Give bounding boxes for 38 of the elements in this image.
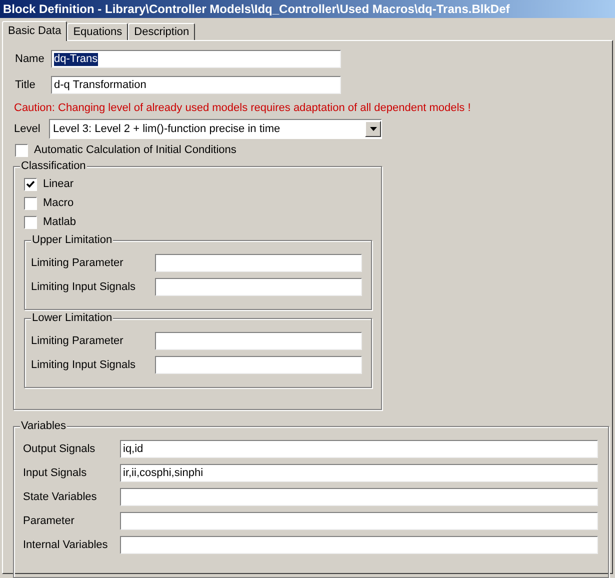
tab[interactable]: Description	[128, 23, 196, 40]
input-field[interactable]: ir,ii,cosphi,sinphi	[120, 464, 598, 482]
warning-text: Caution: Changing level of already used models requires adaptation of all dependent models !	[13, 101, 472, 115]
checkbox-label: Linear	[43, 177, 74, 192]
field-label: Parameter	[23, 514, 76, 529]
field-label: Level	[14, 122, 42, 137]
checkbox[interactable]	[24, 197, 37, 210]
checkbox[interactable]	[15, 144, 28, 157]
input-field[interactable]	[155, 332, 362, 350]
window-title: Block Definition - Library\Controller Models\Idq_Controller\Used Macros\dq-Trans.BlkDef	[3, 1, 510, 18]
field-label: Limiting Parameter	[31, 256, 124, 271]
checkbox[interactable]	[24, 178, 37, 191]
field-label: Limiting Input Signals	[31, 358, 137, 373]
tab[interactable]: Basic Data	[2, 21, 68, 41]
input-field[interactable]	[155, 356, 362, 374]
checkbox-label: Macro	[43, 196, 74, 212]
input-field[interactable]: iq,id	[120, 440, 598, 458]
input-field[interactable]	[120, 488, 598, 506]
field-label: Internal Variables	[23, 538, 109, 553]
checkbox[interactable]	[24, 216, 37, 229]
field-label: Name	[15, 52, 46, 67]
tab[interactable]: Equations	[67, 23, 128, 40]
input-field[interactable]: d-q Transformation	[51, 76, 341, 94]
checkbox-label: Automatic Calculation of Initial Conditions	[34, 143, 236, 158]
checkbox-label: Matlab	[43, 215, 76, 230]
field-label: Title	[15, 78, 36, 93]
group-title: Upper Limitation	[31, 233, 114, 247]
input-field[interactable]	[120, 536, 598, 554]
input-field[interactable]: dq-Trans	[51, 50, 341, 68]
field-label: State Variables	[23, 490, 98, 505]
dropdown[interactable]: Level 3: Level 2 + lim()-function precise in time	[49, 119, 382, 139]
input-field[interactable]	[155, 278, 362, 296]
input-field[interactable]	[155, 254, 362, 272]
field-label: Limiting Input Signals	[31, 280, 137, 295]
field-label: Limiting Parameter	[31, 334, 124, 349]
input-field[interactable]	[120, 512, 598, 530]
field-label: Output Signals	[23, 442, 96, 457]
field-label: Input Signals	[23, 466, 88, 481]
